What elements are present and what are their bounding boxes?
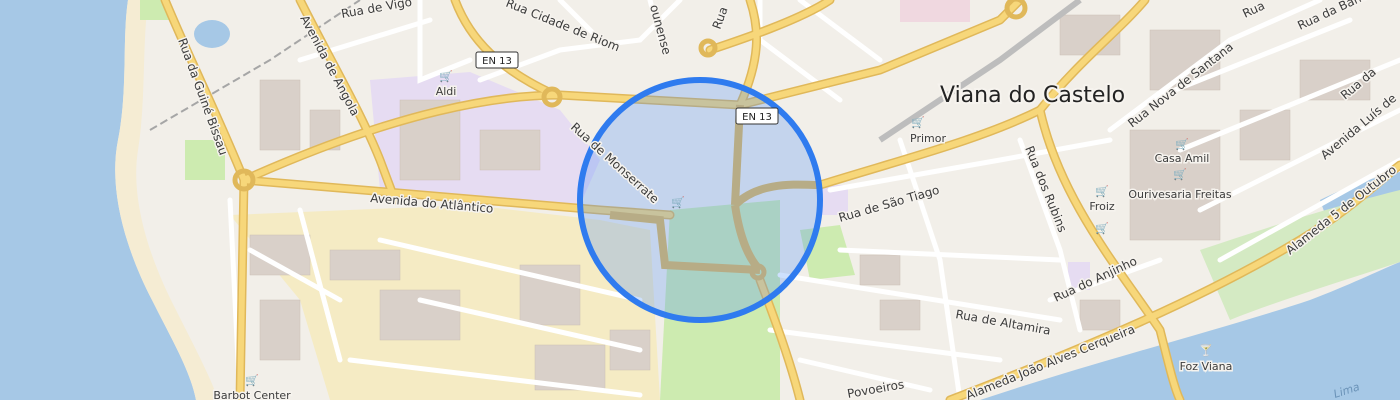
- map-canvas[interactable]: EN 13 EN 13 Rua de Vigo Avenida de Angol…: [0, 0, 1400, 400]
- shop-icon: 🛒: [1173, 168, 1187, 181]
- poi-label-barbot-center: Barbot Center: [213, 389, 291, 400]
- poi-label-casa-amil: Casa Amil: [1155, 152, 1210, 165]
- poi-label-foz-viana: Foz Viana: [1180, 360, 1233, 373]
- shop-icon: 🛒: [1095, 185, 1109, 198]
- shop-icon: 🛒: [671, 196, 685, 209]
- cocktail-icon: 🍸: [1199, 343, 1213, 357]
- shop-icon: 🛒: [439, 70, 453, 83]
- city-label: Viana do Castelo: [940, 83, 1125, 108]
- map-view[interactable]: EN 13 EN 13 Rua de Vigo Avenida de Angol…: [0, 0, 1400, 400]
- location-accuracy-circle: [577, 77, 823, 323]
- road-shield-text: EN 13: [482, 56, 512, 67]
- poi-label-froiz: Froiz: [1089, 200, 1115, 213]
- poi-label-aldi: Aldi: [436, 85, 457, 98]
- poi-label-ourivesaria-freitas: Ourivesaria Freitas: [1128, 188, 1231, 201]
- road-shield-text: EN 13: [742, 112, 772, 123]
- shop-icon: 🛒: [911, 116, 925, 129]
- poi-label-primor: Primor: [910, 132, 946, 145]
- shop-icon: 🛒: [1175, 138, 1189, 151]
- road-shield-en13-a: EN 13: [475, 51, 519, 69]
- road-shield-en13-b: EN 13: [735, 107, 779, 125]
- shop-icon: 🛒: [245, 374, 259, 387]
- hospital-area: [900, 0, 970, 22]
- pond-water: [194, 20, 230, 48]
- shop-icon: 🛒: [1095, 222, 1109, 235]
